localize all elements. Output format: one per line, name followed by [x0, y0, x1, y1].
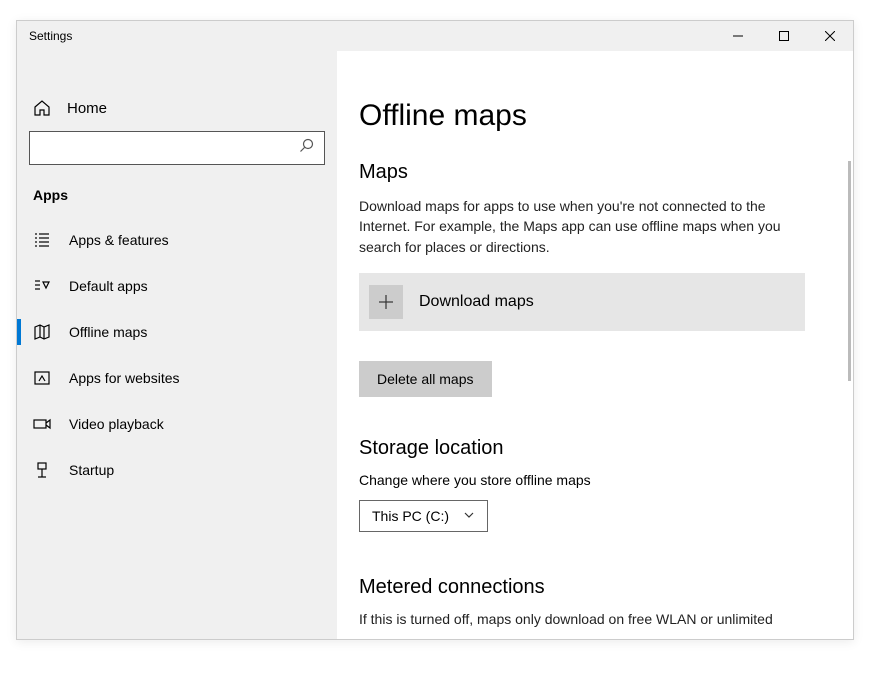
map-icon: [33, 323, 51, 341]
sidebar-section-label: Apps: [29, 187, 325, 217]
sidebar-item-apps-websites[interactable]: Apps for websites: [29, 355, 325, 401]
titlebar: Settings: [17, 21, 853, 51]
maximize-button[interactable]: [761, 21, 807, 51]
maps-description: Download maps for apps to use when you'r…: [359, 196, 789, 257]
storage-description: Change where you store offline maps: [359, 472, 823, 488]
download-maps-row[interactable]: Download maps: [359, 273, 805, 331]
main-content: Offline maps Maps Download maps for apps…: [337, 51, 853, 639]
sidebar-item-startup[interactable]: Startup: [29, 447, 325, 493]
window-title: Settings: [29, 29, 72, 43]
video-icon: [33, 415, 51, 433]
minimize-button[interactable]: [715, 21, 761, 51]
sidebar-item-label: Apps & features: [69, 232, 169, 248]
delete-all-maps-button[interactable]: Delete all maps: [359, 361, 492, 397]
search-input[interactable]: [40, 140, 299, 156]
sidebar-home-label: Home: [67, 100, 107, 117]
search-icon: [299, 138, 314, 158]
storage-location-dropdown[interactable]: This PC (C:): [359, 500, 488, 532]
startup-icon: [33, 461, 51, 479]
window-controls: [715, 21, 853, 51]
sidebar-item-label: Offline maps: [69, 324, 147, 340]
sidebar-home[interactable]: Home: [29, 91, 325, 131]
sidebar-item-video-playback[interactable]: Video playback: [29, 401, 325, 447]
section-maps-heading: Maps: [359, 161, 823, 184]
close-button[interactable]: [807, 21, 853, 51]
sidebar-item-label: Default apps: [69, 278, 148, 294]
plus-icon: [369, 285, 403, 319]
default-icon: [33, 277, 51, 295]
section-metered-heading: Metered connections: [359, 576, 823, 599]
sidebar-item-offline-maps[interactable]: Offline maps: [29, 309, 325, 355]
section-storage-heading: Storage location: [359, 437, 823, 460]
sidebar-item-default-apps[interactable]: Default apps: [29, 263, 325, 309]
page-title: Offline maps: [359, 99, 823, 133]
download-maps-label: Download maps: [419, 293, 534, 311]
storage-location-value: This PC (C:): [372, 508, 449, 524]
sidebar: Home Apps: [17, 51, 337, 639]
scrollbar[interactable]: [848, 161, 851, 381]
sidebar-item-label: Apps for websites: [69, 370, 180, 386]
sidebar-item-apps-features[interactable]: Apps & features: [29, 217, 325, 263]
sidebar-item-label: Video playback: [69, 416, 164, 432]
settings-window: Settings Home: [16, 20, 854, 640]
sidebar-item-label: Startup: [69, 462, 114, 478]
chevron-down-icon: [463, 508, 475, 524]
window-body: Home Apps: [17, 51, 853, 639]
home-icon: [33, 99, 51, 117]
search-box[interactable]: [29, 131, 325, 165]
metered-description: If this is turned off, maps only downloa…: [359, 611, 789, 627]
website-icon: [33, 369, 51, 387]
list-icon: [33, 231, 51, 249]
